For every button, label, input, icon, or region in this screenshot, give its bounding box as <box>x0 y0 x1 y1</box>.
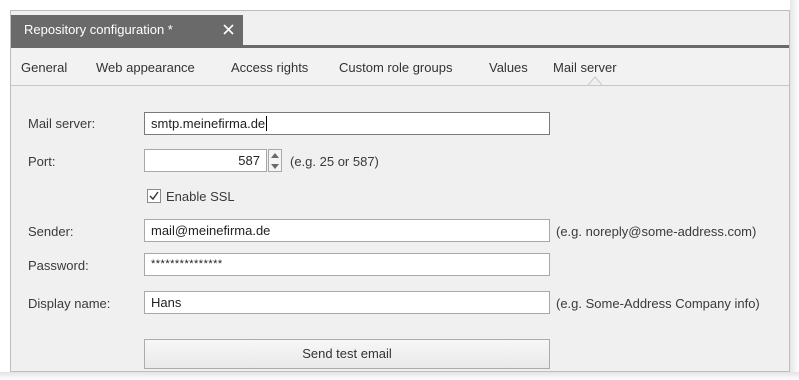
window-shadow-bottom <box>0 372 799 380</box>
password-input[interactable]: *************** <box>144 253 550 276</box>
password-value: *************** <box>151 258 223 270</box>
checkmark-icon <box>149 191 159 201</box>
chevron-up-icon[interactable] <box>269 150 281 160</box>
window-shadow-right <box>790 0 799 380</box>
tab-general[interactable]: General <box>21 60 67 75</box>
tab-values[interactable]: Values <box>489 60 528 75</box>
enable-ssl-checkbox[interactable] <box>147 189 161 203</box>
close-icon[interactable] <box>219 20 237 38</box>
chevron-down-icon[interactable] <box>269 161 281 171</box>
close-glyph <box>222 23 234 35</box>
password-label: Password: <box>28 258 89 273</box>
repository-configuration-window: Repository configuration * General Web a… <box>10 10 790 372</box>
text-cursor <box>266 116 268 131</box>
mail-server-input[interactable]: smtp.meinefirma.de <box>144 112 550 135</box>
active-tab-indicator-icon <box>588 76 602 85</box>
settings-tab-bar: General Web appearance Access rights Cus… <box>11 48 789 86</box>
mail-server-panel: Mail server: smtp.meinefirma.de Port: 58… <box>11 86 789 371</box>
sender-hint: (e.g. noreply@some-address.com) <box>556 224 757 239</box>
display-name-hint: (e.g. Some-Address Company info) <box>556 296 760 311</box>
send-test-email-button[interactable]: Send test email <box>144 339 550 369</box>
document-tab-strip: Repository configuration * <box>11 11 789 45</box>
enable-ssl-label[interactable]: Enable SSL <box>166 189 235 204</box>
screenshot-frame: Repository configuration * General Web a… <box>0 0 799 380</box>
port-stepper[interactable] <box>268 149 282 172</box>
port-input[interactable]: 587 <box>144 149 267 172</box>
tab-mail-server[interactable]: Mail server <box>553 60 617 75</box>
sender-label: Sender: <box>28 224 74 239</box>
port-hint: (e.g. 25 or 587) <box>290 154 379 169</box>
tab-custom-role-groups[interactable]: Custom role groups <box>339 60 452 75</box>
document-tab[interactable]: Repository configuration * <box>11 15 243 45</box>
document-tab-title: Repository configuration * <box>24 22 173 37</box>
sender-input[interactable]: mail@meinefirma.de <box>144 219 550 242</box>
tab-access-rights[interactable]: Access rights <box>231 60 308 75</box>
display-name-input[interactable]: Hans <box>144 291 550 314</box>
port-value: 587 <box>238 153 260 168</box>
display-name-label: Display name: <box>28 296 111 311</box>
port-label: Port: <box>28 154 56 169</box>
mail-server-value: smtp.meinefirma.de <box>151 116 266 131</box>
sender-value: mail@meinefirma.de <box>151 223 271 238</box>
tab-web-appearance[interactable]: Web appearance <box>96 60 195 75</box>
mail-server-label: Mail server: <box>28 116 96 131</box>
display-name-value: Hans <box>151 295 182 310</box>
